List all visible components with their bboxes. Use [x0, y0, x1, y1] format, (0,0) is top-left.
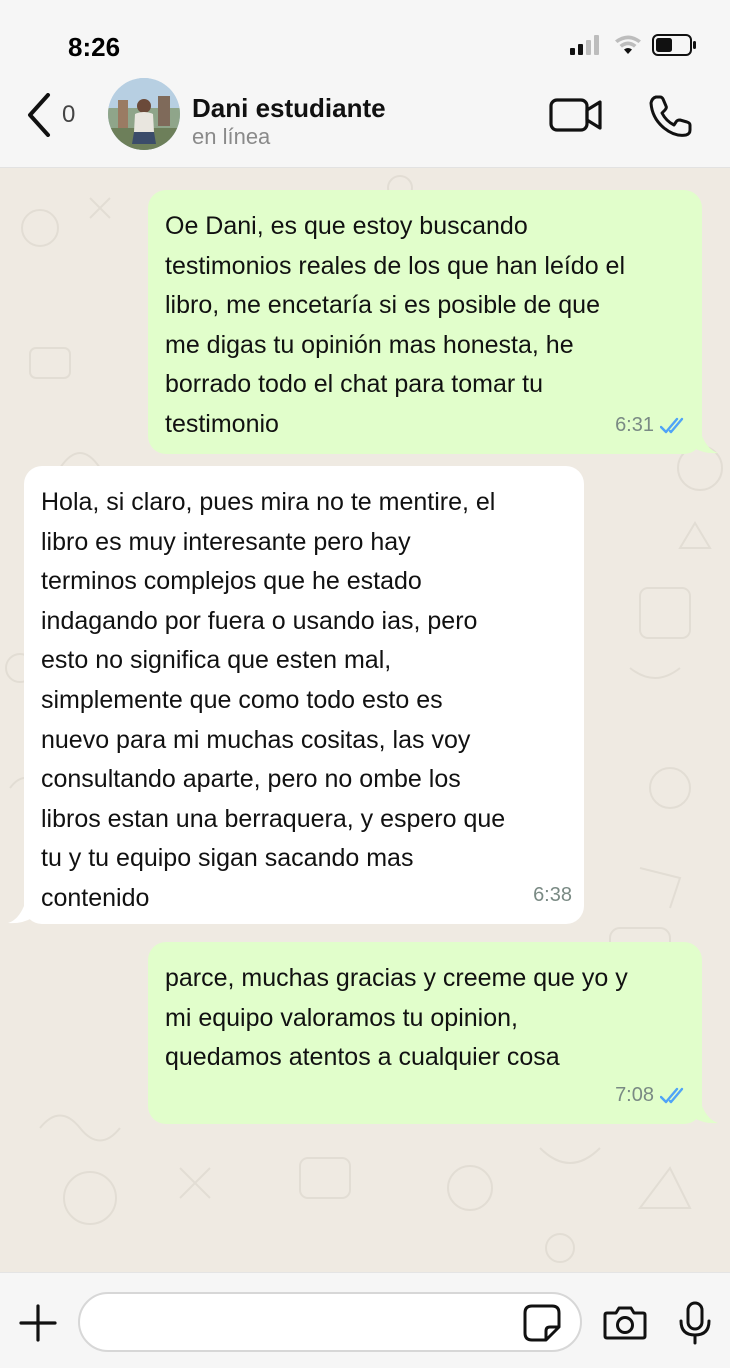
message-time: 6:31	[615, 414, 654, 437]
signal-icon	[570, 35, 599, 55]
status-time: 8:26	[68, 32, 121, 62]
avatar[interactable]	[108, 78, 180, 150]
status-icons	[570, 32, 696, 58]
contact-status: en línea	[192, 124, 271, 149]
message-meta: 7:08	[615, 1076, 690, 1116]
contact-name[interactable]: Dani estudiante	[192, 93, 386, 124]
wifi-icon	[615, 35, 641, 54]
back-button[interactable]: 0	[26, 92, 75, 138]
message-meta: 6:31	[615, 406, 690, 446]
message-time: 6:38	[533, 884, 572, 907]
camera-icon[interactable]	[603, 1305, 647, 1341]
message-text: parce, muchas gracias y creeme que yo y …	[165, 964, 628, 1072]
chevron-left-icon	[28, 93, 50, 137]
plus-icon[interactable]	[18, 1303, 58, 1343]
bubble-tail	[694, 436, 718, 454]
input-bar	[0, 1272, 730, 1368]
chat-area[interactable]: Oe Dani, es que estoy buscando testimoni…	[0, 168, 730, 1272]
chat-header: 0 Dani estudiante en línea	[0, 78, 730, 168]
unread-count: 0	[62, 101, 76, 128]
message-bubble-outgoing[interactable]: parce, muchas gracias y creeme que yo y …	[148, 942, 702, 1124]
message-time: 7:08	[615, 1084, 654, 1107]
bubble-tail	[8, 906, 32, 924]
message-input[interactable]	[78, 1292, 582, 1352]
video-camera-icon[interactable]	[548, 96, 604, 136]
phone-icon[interactable]	[648, 94, 694, 138]
sticker-icon[interactable]	[522, 1303, 562, 1343]
status-bar: 8:26	[0, 0, 730, 80]
message-meta: 6:38	[533, 876, 572, 916]
message-text: Hola, si claro, pues mira no te mentire,…	[41, 488, 506, 912]
read-ticks-icon	[660, 1088, 684, 1104]
message-text: Oe Dani, es que estoy buscando testimoni…	[165, 212, 626, 438]
read-ticks-icon	[660, 418, 684, 434]
message-bubble-incoming[interactable]: Hola, si claro, pues mira no te mentire,…	[24, 466, 584, 924]
bubble-tail	[694, 1106, 718, 1124]
battery-icon	[652, 34, 696, 56]
message-bubble-outgoing[interactable]: Oe Dani, es que estoy buscando testimoni…	[148, 190, 702, 454]
avatar-image	[108, 78, 180, 150]
microphone-icon[interactable]	[678, 1301, 712, 1345]
